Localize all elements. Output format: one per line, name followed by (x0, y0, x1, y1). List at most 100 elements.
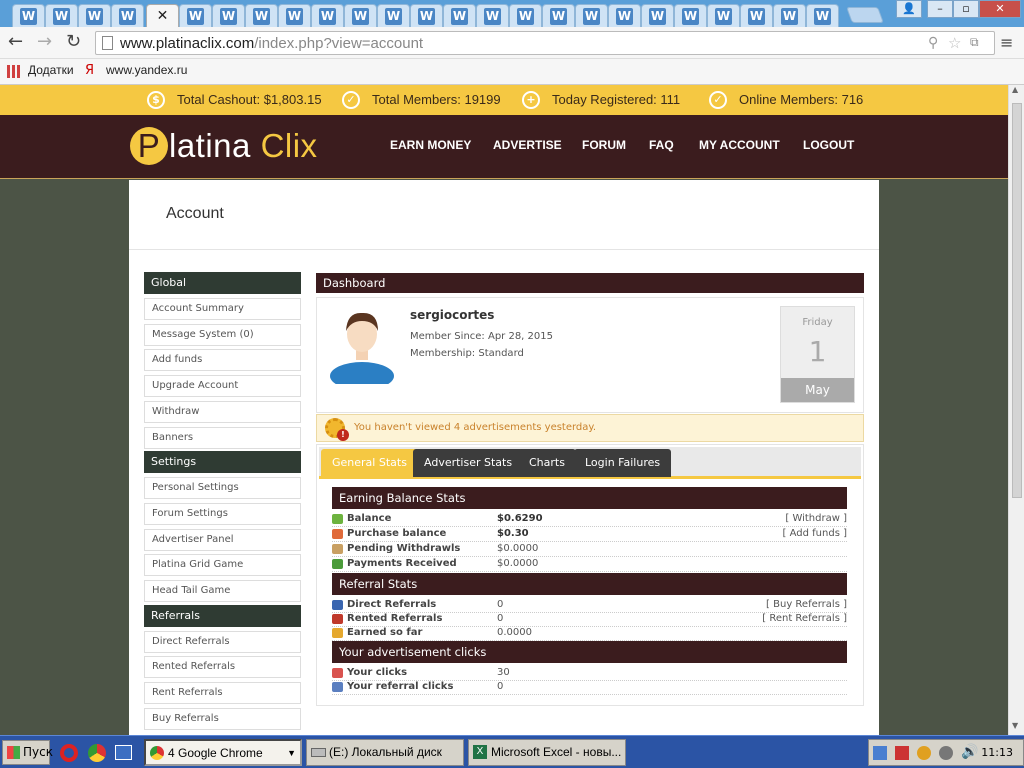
tab-charts[interactable]: Charts (518, 449, 576, 477)
tab-login-failures[interactable]: Login Failures (574, 449, 672, 477)
browser-tab[interactable]: W (311, 4, 344, 27)
money-icon (332, 514, 343, 524)
browser-tab[interactable]: W (806, 4, 839, 27)
table-row: Your referral clicks 0 (332, 681, 847, 695)
sidebar-item-buy-referrals[interactable]: Buy Referrals (144, 708, 301, 730)
start-button[interactable]: Пуск (2, 740, 53, 765)
star-icon[interactable]: ☆ (948, 34, 961, 52)
taskbar-excel[interactable]: X Microsoft Excel - новы... (468, 739, 626, 766)
browser-tab[interactable]: W (410, 4, 443, 27)
browser-tab[interactable]: W (344, 4, 377, 27)
browser-tab[interactable]: W (443, 4, 476, 27)
back-icon[interactable]: ← (8, 32, 23, 52)
forward-icon[interactable]: → (37, 32, 52, 52)
chrome-icon[interactable] (88, 744, 106, 762)
browser-tab[interactable]: W (674, 4, 707, 27)
bookmark-apps[interactable]: Додатки (28, 63, 74, 77)
buy-referrals-link[interactable]: [ Buy Referrals ] (766, 599, 847, 610)
update-icon[interactable] (917, 746, 931, 760)
profile-icon[interactable]: 👤 (896, 0, 922, 18)
zoom-icon[interactable]: ⚲ (928, 35, 938, 51)
sidebar-item-banners[interactable]: Banners (144, 427, 301, 449)
sidebar-item-rent-referrals[interactable]: Rent Referrals (144, 682, 301, 704)
close-window-button[interactable]: ✕ (979, 0, 1021, 18)
check-icon: ✓ (342, 91, 360, 109)
menu-icon[interactable]: ≡ (1000, 33, 1013, 53)
browser-tab[interactable]: W (773, 4, 806, 27)
reload-icon[interactable]: ↻ (66, 32, 81, 52)
scrollbar-thumb[interactable] (1012, 103, 1022, 498)
browser-tab[interactable]: W (245, 4, 278, 27)
taskbar-chrome[interactable]: 4 Google Chrome ▼ (144, 739, 302, 766)
sidebar-section-global: Global (144, 272, 301, 294)
browser-tab[interactable]: W (509, 4, 542, 27)
sidebar-item-advertiser-panel[interactable]: Advertiser Panel (144, 529, 301, 551)
browser-tab[interactable]: W (542, 4, 575, 27)
tab-general-stats[interactable]: General Stats (321, 449, 418, 477)
browser-tab[interactable]: W (179, 4, 212, 27)
nav-forum[interactable]: FORUM (582, 138, 626, 152)
browser-tab[interactable]: W (575, 4, 608, 27)
scroll-down-icon[interactable]: ▼ (1012, 721, 1018, 730)
browser-tab[interactable]: W (278, 4, 311, 27)
drive-icon (311, 748, 326, 757)
restore-button[interactable]: ▫ (953, 0, 979, 18)
warning-text: You haven't viewed 4 advertisements yest… (354, 422, 597, 433)
browser-tab[interactable]: W (476, 4, 509, 27)
browser-tab[interactable]: W (78, 4, 111, 27)
browser-tab-active[interactable]: ✕ (146, 4, 179, 27)
nav-earn-money[interactable]: EARN MONEY (390, 138, 471, 152)
sidebar-item-rented-referrals[interactable]: Rented Referrals (144, 656, 301, 678)
browser-tab[interactable]: W (12, 4, 45, 27)
settings-icon[interactable] (939, 746, 953, 760)
browser-tab[interactable]: W (707, 4, 740, 27)
nav-faq[interactable]: FAQ (649, 138, 674, 152)
scroll-up-icon[interactable]: ▲ (1012, 85, 1018, 94)
sidebar-item-personal-settings[interactable]: Personal Settings (144, 477, 301, 499)
volume-icon[interactable]: 🔊 (961, 744, 978, 760)
opera-icon[interactable] (60, 744, 78, 762)
sidebar-item-head-tail-game[interactable]: Head Tail Game (144, 580, 301, 602)
bookmark-yandex[interactable]: www.yandex.ru (106, 63, 187, 77)
add-funds-link[interactable]: [ Add funds ] (783, 528, 847, 539)
browser-tab[interactable]: W (45, 4, 78, 27)
browser-tab[interactable]: W (641, 4, 674, 27)
new-tab-button[interactable] (846, 7, 884, 23)
wikipedia-icon: W (418, 8, 435, 25)
alert-icon: ! (337, 429, 349, 441)
sidebar-item-upgrade-account[interactable]: Upgrade Account (144, 375, 301, 397)
browser-tab[interactable]: W (111, 4, 144, 27)
browser-tab[interactable]: W (377, 4, 410, 27)
browser-tab[interactable]: W (608, 4, 641, 27)
sidebar-item-add-funds[interactable]: Add funds (144, 349, 301, 371)
sidebar-item-withdraw[interactable]: Withdraw (144, 401, 301, 423)
sidebar-item-platina-grid-game[interactable]: Platina Grid Game (144, 554, 301, 576)
browser-tab[interactable]: W (740, 4, 773, 27)
close-icon[interactable]: ✕ (154, 8, 171, 25)
sidebar-item-account-summary[interactable]: Account Summary (144, 298, 301, 320)
withdraw-link[interactable]: [ Withdraw ] (785, 513, 847, 524)
nav-logout[interactable]: LOGOUT (803, 138, 854, 152)
rent-referrals-link[interactable]: [ Rent Referrals ] (762, 613, 847, 624)
site-logo[interactable]: Platina Clix (130, 127, 318, 165)
nav-advertise[interactable]: ADVERTISE (493, 138, 562, 152)
vertical-scrollbar[interactable]: ▲ ▼ (1008, 85, 1024, 735)
desktop-icon[interactable] (115, 745, 132, 760)
nav-my-account[interactable]: MY ACCOUNT (699, 138, 780, 152)
browser-tab[interactable]: W (212, 4, 245, 27)
sidebar-item-direct-referrals[interactable]: Direct Referrals (144, 631, 301, 653)
taskbar-explorer[interactable]: (E:) Локальный диск (306, 739, 464, 766)
network-icon[interactable] (873, 746, 887, 760)
start-label: Пуск (23, 745, 53, 759)
cart-icon (332, 529, 343, 539)
row-value: $0.0000 (497, 558, 539, 569)
row-value: 0 (497, 681, 504, 692)
minimize-button[interactable]: – (927, 0, 953, 18)
row-label: Balance (347, 513, 392, 524)
sidebar-item-message-system[interactable]: Message System (0) (144, 324, 301, 346)
address-bar[interactable]: www.platinaclix.com/index.php?view=accou… (95, 31, 995, 55)
antivirus-icon[interactable] (895, 746, 909, 760)
translate-icon[interactable]: ⧉ (970, 35, 979, 50)
sidebar-item-forum-settings[interactable]: Forum Settings (144, 503, 301, 525)
tab-advertiser-stats[interactable]: Advertiser Stats (413, 449, 524, 477)
